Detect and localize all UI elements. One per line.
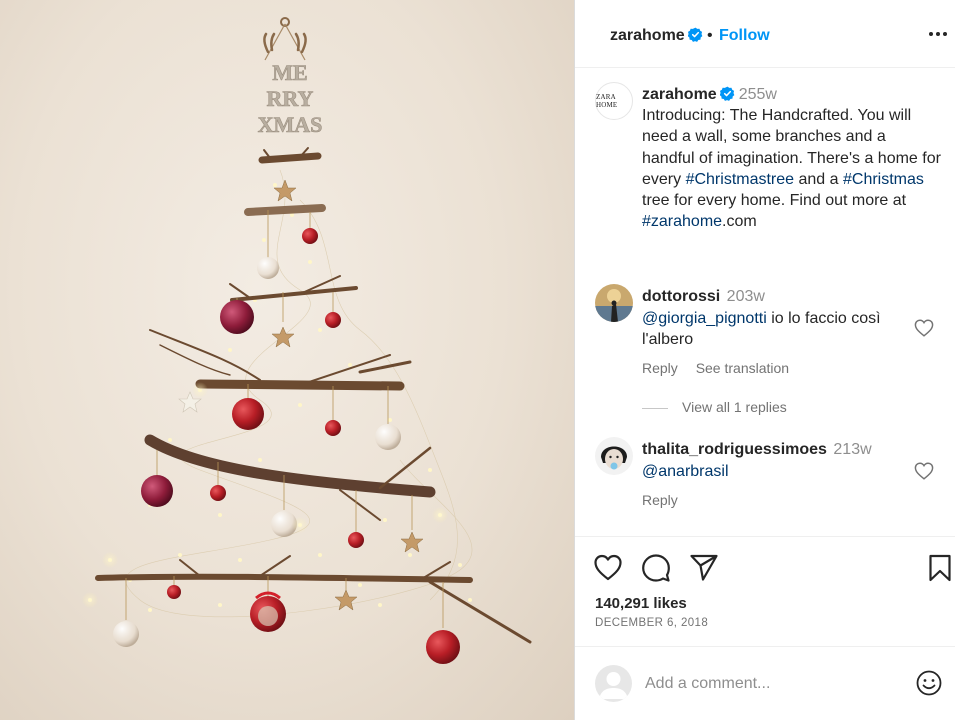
comment-username[interactable]: thalita_rodriguessimoes bbox=[642, 441, 827, 458]
caption-avatar[interactable]: ZARA HOME bbox=[595, 82, 633, 120]
comment-meta: Reply See translation bbox=[642, 360, 803, 376]
post-image[interactable]: ME RRY XMAS bbox=[0, 0, 574, 720]
caption-text: tree for every home. Find out more at bbox=[642, 192, 907, 210]
post-actions: 140,291 likes DECEMBER 6, 2018 bbox=[575, 536, 955, 646]
merry-xmas-sign: ME RRY XMAS bbox=[257, 17, 323, 137]
svg-text:XMAS: XMAS bbox=[258, 112, 323, 137]
heart-icon[interactable] bbox=[593, 553, 623, 583]
add-comment-input[interactable] bbox=[645, 671, 895, 697]
comment-mention[interactable]: @anarbrasil bbox=[642, 463, 729, 480]
more-horizontal-icon[interactable] bbox=[927, 24, 949, 44]
see-translation-button[interactable]: See translation bbox=[696, 360, 789, 376]
post-header: zarahome • Follow bbox=[575, 0, 955, 68]
header-separator: • bbox=[707, 27, 713, 44]
comment-like-heart-icon[interactable] bbox=[914, 319, 934, 337]
comment-time: 203w bbox=[726, 288, 765, 305]
comment-avatar[interactable] bbox=[595, 284, 633, 322]
view-replies-button[interactable]: View all 1 replies bbox=[642, 399, 787, 415]
comment-meta: Reply bbox=[642, 492, 692, 508]
caption-time: 255w bbox=[738, 86, 777, 103]
follow-button[interactable]: Follow bbox=[719, 27, 770, 45]
hashtag-christmas[interactable]: #Christmas bbox=[843, 171, 924, 188]
caption-username[interactable]: zarahome bbox=[642, 86, 735, 103]
caption-text: .com bbox=[722, 213, 757, 231]
comment-time: 213w bbox=[833, 441, 872, 458]
comment-avatar[interactable] bbox=[595, 437, 633, 475]
hashtag-zarahome[interactable]: #zarahome bbox=[642, 213, 722, 230]
post-date: DECEMBER 6, 2018 bbox=[595, 617, 709, 629]
caption-text: and a bbox=[794, 170, 843, 188]
header-username[interactable]: zarahome bbox=[610, 27, 703, 45]
comment-username[interactable]: dottorossi bbox=[642, 288, 720, 305]
comment-icon[interactable] bbox=[641, 553, 671, 583]
bookmark-icon[interactable] bbox=[925, 553, 955, 583]
reply-button[interactable]: Reply bbox=[642, 492, 678, 508]
comment-like-heart-icon[interactable] bbox=[914, 462, 934, 480]
comment-mention[interactable]: @giorgia_pignotti bbox=[642, 310, 767, 327]
reply-button[interactable]: Reply bbox=[642, 360, 678, 376]
comment-body: dottorossi 203w @giorgia_pignotti io lo … bbox=[642, 286, 912, 351]
default-avatar-icon bbox=[599, 672, 628, 699]
christmas-branch-tree-illustration: ME RRY XMAS bbox=[82, 17, 532, 664]
post-caption: zarahome 255w Introducing: The Handcrafte… bbox=[642, 84, 942, 232]
avatar-image bbox=[595, 284, 633, 322]
svg-text:ME: ME bbox=[272, 60, 307, 85]
verified-badge-icon bbox=[719, 86, 735, 101]
verified-badge-icon bbox=[687, 27, 703, 42]
post-detail-panel: zarahome • Follow ZARA HOME zarahome 255w… bbox=[574, 0, 955, 720]
hashtag-christmastree[interactable]: #Christmastree bbox=[686, 171, 794, 188]
view-replies-label: View all 1 replies bbox=[682, 399, 787, 415]
emoji-icon[interactable] bbox=[915, 669, 943, 697]
comment-body: thalita_rodriguessimoes 213w @anarbrasil bbox=[642, 439, 912, 482]
current-user-avatar bbox=[595, 665, 632, 702]
add-comment-bar bbox=[575, 646, 955, 720]
send-icon[interactable] bbox=[689, 553, 719, 583]
svg-text:RRY: RRY bbox=[267, 86, 314, 111]
avatar-image bbox=[595, 437, 633, 475]
replies-divider bbox=[642, 407, 668, 409]
likes-count[interactable]: 140,291 likes bbox=[595, 595, 687, 612]
